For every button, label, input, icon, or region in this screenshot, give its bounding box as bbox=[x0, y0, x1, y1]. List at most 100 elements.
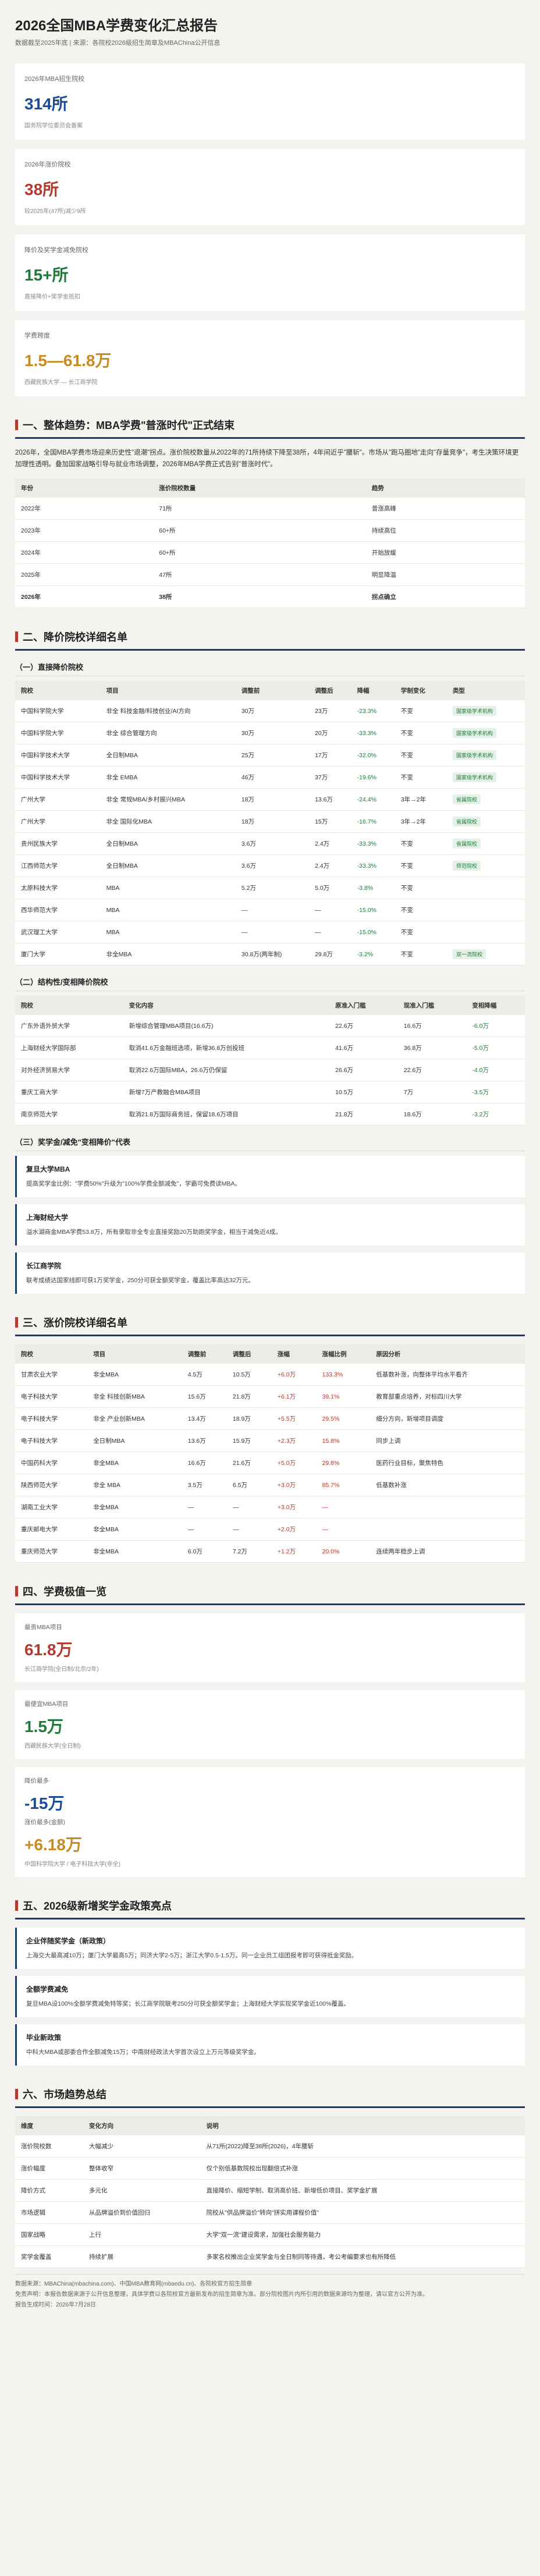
type-badge: 省属院校 bbox=[452, 839, 481, 849]
table-cell: -32.0% bbox=[351, 744, 395, 767]
table-cell: -15.0% bbox=[351, 899, 395, 921]
table-cell: — bbox=[226, 1496, 272, 1518]
table-header-cell: 类型 bbox=[446, 681, 525, 700]
kpi-card-total: 2026年MBA招生院校 314所 国务院学位委员会备案 bbox=[15, 63, 525, 140]
table-cell: -5.0万 bbox=[466, 1037, 525, 1059]
table-row: 南京师范大学 取消21.8万国际商务班，保留18.6万项目 21.8万 18.6万 -3… bbox=[15, 1103, 525, 1126]
card-body: 复旦MBA设100%全额学费减免特等奖；长江商学院联考250分可获全额奖学金；上… bbox=[26, 2000, 350, 2007]
table-header-cell: 项目 bbox=[100, 681, 236, 700]
type-badge: 省属院校 bbox=[452, 794, 481, 804]
table-row: 2022年 71所 普涨高峰 bbox=[15, 498, 525, 520]
table-cell bbox=[446, 899, 525, 921]
subsection-title: （一）直接降价院校 bbox=[15, 661, 525, 676]
kpi-card-range: 学费跨度 1.5—61.8万 西藏民族大学 — 长江商学院 bbox=[15, 320, 525, 396]
table-cell: 取消41.6万金融班选项，新增36.8万创投班 bbox=[123, 1037, 330, 1059]
table-cell: 2022年 bbox=[15, 498, 154, 520]
table-cell: 中国科学院大学 bbox=[15, 722, 101, 744]
table-cell: 大学"双一流"建设需求，加强社会服务能力 bbox=[200, 2223, 525, 2246]
table-cell: 新增7万产教融合MBA项目 bbox=[123, 1081, 330, 1104]
table-cell: 20.0% bbox=[316, 1540, 371, 1563]
table-header-cell: 学制变化 bbox=[395, 681, 447, 700]
table-cell: 直接降价、缩短学制、取消高价班、新增低价项目、奖学金扩展 bbox=[200, 2179, 525, 2202]
table-cell: 涨价院校数 bbox=[15, 2135, 83, 2158]
table-cell: 不变 bbox=[395, 854, 447, 877]
scholarship-card: 上海财经大学 溢水湖商金MBA学费53.8万，所有录取非全专业直接奖励20万助跑… bbox=[15, 1204, 525, 1246]
table-cell: 普涨高峰 bbox=[365, 498, 525, 520]
section-title: 五、2026级新增奖学金政策亮点 bbox=[15, 1898, 525, 1919]
table-cell: 拐点确立 bbox=[365, 586, 525, 608]
table-cell: 25万 bbox=[235, 744, 310, 767]
summary-table: 维度 变化方向 说明 涨价院校数 大幅减少 从71所(2022)降至38所(2026)，… bbox=[15, 2116, 525, 2268]
type-badge: 师范院校 bbox=[452, 861, 481, 871]
table-cell: 10.5万 bbox=[226, 1364, 272, 1386]
table-cell: 13.6万 bbox=[182, 1429, 227, 1452]
footer-disclaimer: 免责声明：本报告数据来源于公开信息整理，具体学费以各院校官方最新发布的招生简章为… bbox=[15, 2291, 428, 2298]
table-row: 2023年 60+所 持续高位 bbox=[15, 519, 525, 542]
table-cell: 23万 bbox=[309, 700, 351, 722]
table-cell: 非全 EMBA bbox=[100, 766, 236, 789]
table-header-cell: 原准入门槛 bbox=[329, 996, 398, 1015]
table-cell: 多家名校推出企业奖学金与全日制同等待遇，考公考编要求也有所降低 bbox=[200, 2245, 525, 2268]
kpi-label: 2026年MBA招生院校 bbox=[24, 76, 85, 83]
table-cell: -3.8% bbox=[351, 877, 395, 899]
table-row: 重庆师范大学 非全MBA 6.0万 7.2万 +1.2万 20.0% 连续两年稳步上调 bbox=[15, 1540, 525, 1563]
table-cell: 院校从"供品牌溢价"转向"拼实用课程价值" bbox=[200, 2201, 525, 2224]
table-cell: +6.1万 bbox=[271, 1385, 317, 1408]
table-cell: MBA bbox=[100, 921, 236, 943]
accent-bar bbox=[15, 1900, 18, 1911]
table-header-cell: 调整后 bbox=[226, 1344, 272, 1364]
table-cell: 低基数补涨，向整体平均水平看齐 bbox=[370, 1364, 525, 1386]
subsection-title: （二）结构性/变相降价院校 bbox=[15, 976, 525, 991]
table-row: 广州大学 非全 国际化MBA 18万 15万 -16.7% 3年→2年 省属院校 bbox=[15, 810, 525, 833]
table-cell: — bbox=[182, 1496, 227, 1518]
table-cell: 国家战略 bbox=[15, 2223, 83, 2246]
table-cell: 26.6万 bbox=[329, 1059, 398, 1081]
table-cell: 15万 bbox=[309, 810, 351, 833]
card-title: 上海财经大学 bbox=[26, 1214, 69, 1222]
card-body: 溢水湖商金MBA学费53.8万，所有录取非全专业直接奖励20万助跑奖学金，相当于… bbox=[26, 1229, 282, 1236]
table-row: 奖学金覆盖 持续扩展 多家名校推出企业奖学金与全日制同等待遇，考公考编要求也有所降低 bbox=[15, 2245, 525, 2268]
table-row: 中国科学技术大学 全日制MBA 25万 17万 -32.0% 不变 国家级学术机构 bbox=[15, 744, 525, 767]
table-cell: 低基数补涨 bbox=[370, 1474, 525, 1496]
table-cell: 18万 bbox=[235, 788, 310, 811]
table-cell: 不变 bbox=[395, 722, 447, 744]
table-row: 湖南工业大学 非全MBA — — +3.0万 — bbox=[15, 1496, 525, 1518]
table-header-cell: 变相降幅 bbox=[466, 996, 525, 1015]
table-row: 2026年 38所 拐点确立 bbox=[15, 586, 525, 608]
table-cell: -33.3% bbox=[351, 722, 395, 744]
table-cell: 重庆邮电大学 bbox=[15, 1518, 88, 1541]
accent-bar bbox=[15, 631, 18, 642]
table-row: 2024年 60+所 开始放缓 bbox=[15, 541, 525, 564]
table-cell bbox=[370, 1518, 525, 1541]
kpi-label: 降价及奖学金减免院校 bbox=[24, 247, 88, 254]
table-cell: +3.0万 bbox=[271, 1496, 317, 1518]
accent-bar bbox=[15, 1586, 18, 1596]
table-cell: 18.6万 bbox=[397, 1103, 467, 1126]
table-cell: 非全 产业创新MBA bbox=[87, 1407, 182, 1430]
table-row: 降价方式 多元化 直接降价、缩短学制、取消高价班、新增低价项目、奖学金扩展 bbox=[15, 2179, 525, 2202]
table-header-cell: 涨价院校数量 bbox=[153, 478, 366, 498]
table-header-cell: 说明 bbox=[200, 2116, 525, 2135]
table-row: 重庆邮电大学 非全MBA — — +2.0万 — bbox=[15, 1518, 525, 1541]
table-cell: 2024年 bbox=[15, 541, 154, 564]
kpi-value: 1.5—61.8万 bbox=[24, 352, 112, 370]
table-cell: 非全 MBA bbox=[87, 1474, 182, 1496]
table-cell: 3.6万 bbox=[235, 854, 310, 877]
structural-decrease-table: 院校 变化内容 原准入门槛 现准入门槛 变相降幅 广东外语外贸大学 新增综合管理MBA项目… bbox=[15, 996, 525, 1126]
table-cell: 厦门大学 bbox=[15, 943, 101, 966]
table-cell: 非全MBA bbox=[87, 1364, 182, 1386]
kpi-value: 15+所 bbox=[24, 266, 69, 284]
table-cell: — bbox=[316, 1518, 371, 1541]
table-row: 涨价院校数 大幅减少 从71所(2022)降至38所(2026)，4年腰斩 bbox=[15, 2135, 525, 2158]
type-badge: 国家级学术机构 bbox=[452, 728, 496, 738]
table-cell: 3.6万 bbox=[235, 832, 310, 855]
report-page: 2026全国MBA学费变化汇总报告 数据截至2025年底 | 来源：各院校202… bbox=[0, 0, 540, 2576]
table-cell: 国家级学术机构 bbox=[446, 722, 525, 744]
stat-label: 最便宜MBA项目 bbox=[24, 1701, 69, 1708]
table-cell: 同步上调 bbox=[370, 1429, 525, 1452]
policy-card: 全额学费减免 复旦MBA设100%全额学费减免特等奖；长江商学院联考250分可获… bbox=[15, 1976, 525, 2017]
table-row: 重庆工商大学 新增7万产教融合MBA项目 10.5万 7万 -3.5万 bbox=[15, 1081, 525, 1104]
card-body: 联考成绩达国家线即可获1万奖学金，250分可获全额奖学金，覆盖比率高达32万元。 bbox=[26, 1277, 255, 1284]
table-cell: 全日制MBA bbox=[87, 1429, 182, 1452]
table-cell: +5.5万 bbox=[271, 1407, 317, 1430]
